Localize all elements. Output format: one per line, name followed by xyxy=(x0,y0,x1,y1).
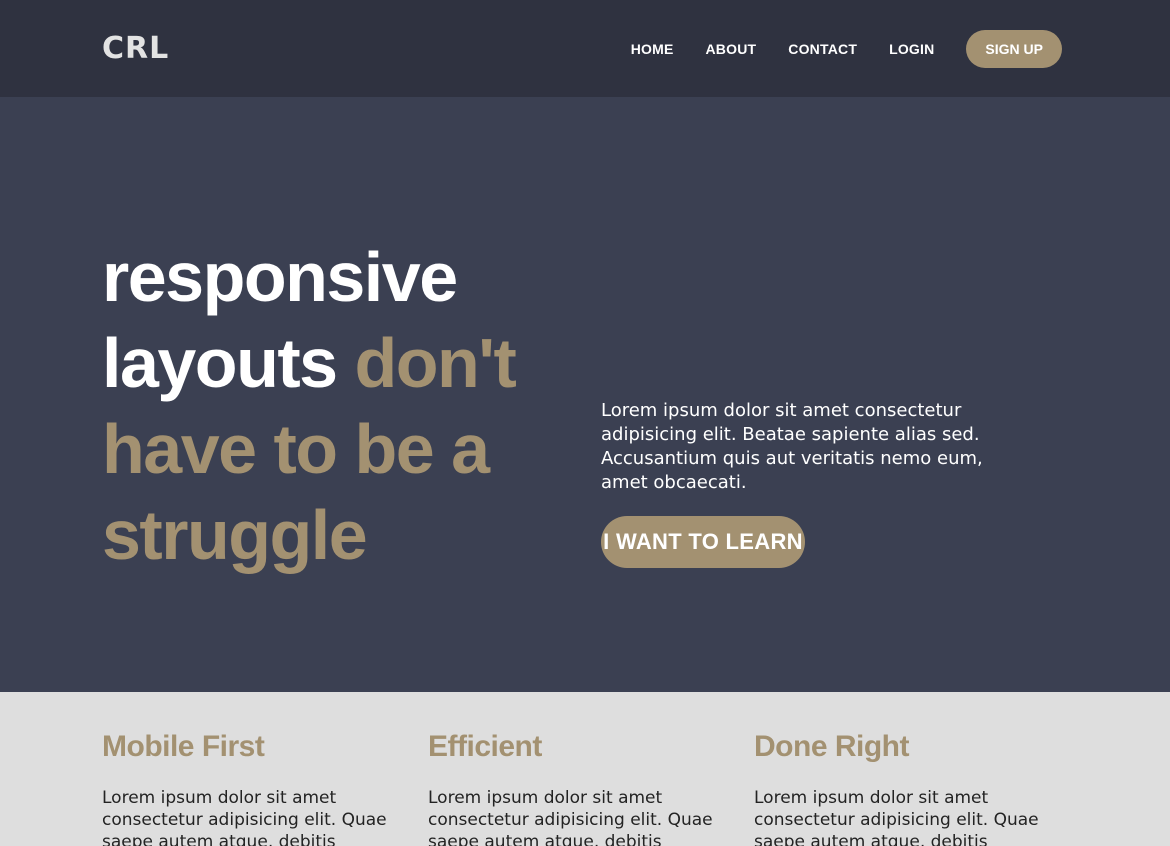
hero-title-line-3: have to be a xyxy=(102,410,490,488)
site-header: CRL HOME ABOUT CONTACT LOGIN SIGN UP xyxy=(0,0,1170,97)
feature-card: Efficient Lorem ipsum dolor sit amet con… xyxy=(428,728,754,846)
feature-title: Done Right xyxy=(754,730,909,763)
feature-card: Mobile First Lorem ipsum dolor sit amet … xyxy=(102,728,428,846)
hero-title: responsive layouts don't have to be a st… xyxy=(102,234,532,578)
nav-home-link[interactable]: HOME xyxy=(631,41,674,57)
feature-text: Lorem ipsum dolor sit amet consectetur a… xyxy=(102,788,387,846)
hero-description: Lorem ipsum dolor sit amet consectetur a… xyxy=(601,400,983,493)
feature-card: Done Right Lorem ipsum dolor sit amet co… xyxy=(754,728,1080,846)
site-logo[interactable]: CRL xyxy=(102,31,169,66)
hero-title-line-2-white: layouts xyxy=(102,324,338,402)
hero-title-line-2-accent: don't xyxy=(354,324,517,402)
feature-title: Efficient xyxy=(428,730,542,763)
nav-contact-link[interactable]: CONTACT xyxy=(788,41,857,57)
features-section: Mobile First Lorem ipsum dolor sit amet … xyxy=(0,692,1170,846)
signup-button[interactable]: SIGN UP xyxy=(966,29,1062,68)
feature-text: Lorem ipsum dolor sit amet consectetur a… xyxy=(754,788,1039,846)
nav-about-link[interactable]: ABOUT xyxy=(706,41,757,57)
hero-title-line-1: responsive xyxy=(102,238,458,316)
hero-title-line-4: struggle xyxy=(102,496,368,574)
hero-section: responsive layouts don't have to be a st… xyxy=(0,97,1170,692)
feature-title: Mobile First xyxy=(102,730,265,763)
feature-text: Lorem ipsum dolor sit amet consectetur a… xyxy=(428,788,713,846)
learn-button[interactable]: I WANT TO LEARN xyxy=(601,516,805,568)
main-nav: HOME ABOUT CONTACT LOGIN SIGN UP xyxy=(599,29,1062,68)
nav-login-link[interactable]: LOGIN xyxy=(889,41,934,57)
